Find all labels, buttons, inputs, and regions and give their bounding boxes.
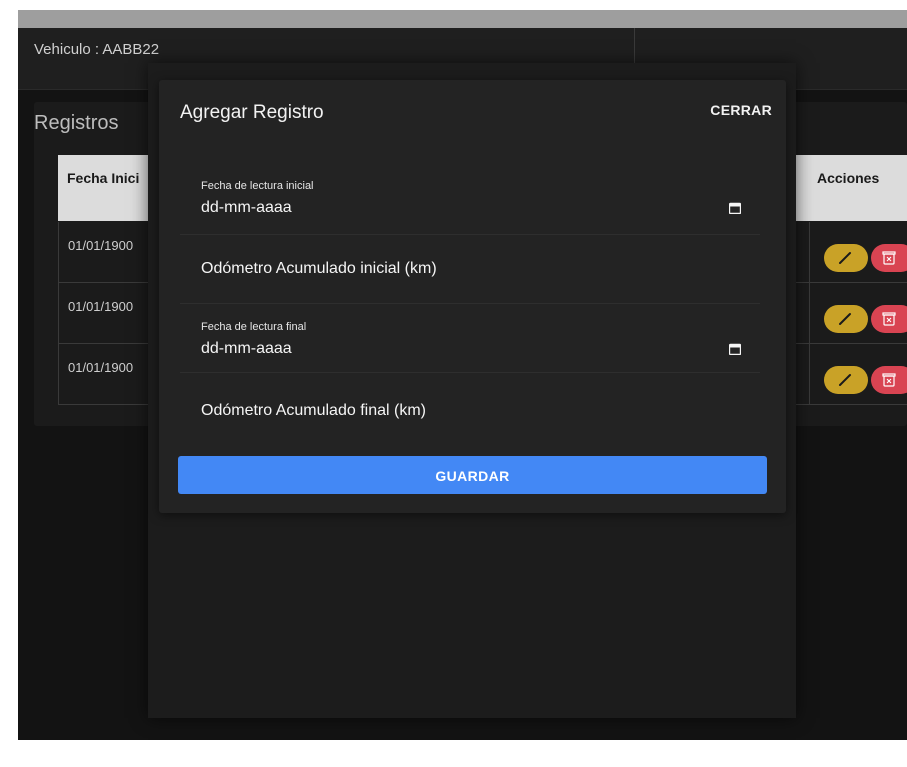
edit-button[interactable] [824,366,868,394]
start-reading-date-value[interactable]: dd-mm-aaaa [201,199,292,217]
column-header-actions: Acciones [817,170,880,186]
add-record-dialog: Agregar Registro CERRAR Fecha de lectura… [159,80,786,513]
trash-icon [882,312,896,326]
trash-icon [882,373,896,387]
edit-button[interactable] [824,244,868,272]
end-odometer-input[interactable]: Odómetro Acumulado final (km) [201,402,426,420]
delete-button[interactable] [871,366,907,394]
delete-button[interactable] [871,305,907,333]
start-odometer-input[interactable]: Odómetro Acumulado inicial (km) [201,260,437,278]
pencil-icon [839,252,851,264]
dialog-title: Agregar Registro [180,102,324,123]
edit-button[interactable] [824,305,868,333]
start-reading-date-field[interactable]: Fecha de lectura inicial dd-mm-aaaa [180,166,760,235]
save-button[interactable]: GUARDAR [178,456,767,494]
close-button[interactable]: CERRAR [710,102,772,118]
pencil-icon [839,313,851,325]
cell-start-date: 01/01/1900 [68,360,134,375]
column-divider [809,283,810,343]
records-title: Registros [34,112,119,134]
top-bar [18,10,907,28]
cell-start-date: 01/01/1900 [68,238,134,253]
cell-start-date: 01/01/1900 [68,299,134,314]
end-reading-date-label: Fecha de lectura final [201,321,307,333]
vehicle-label: Vehiculo : AABB22 [34,41,160,58]
trash-icon [882,251,896,265]
start-reading-date-label: Fecha de lectura inicial [201,180,314,192]
delete-button[interactable] [871,244,907,272]
pencil-icon [839,374,851,386]
column-header-start-date: Fecha Inici [67,170,140,186]
app-window: Vehiculo : AABB22 Registros Fecha Inici … [18,10,907,740]
end-reading-date-field[interactable]: Fecha de lectura final dd-mm-aaaa [180,304,760,373]
calendar-icon[interactable] [729,343,741,355]
end-odometer-field[interactable]: Odómetro Acumulado final (km) [180,373,760,441]
start-odometer-field[interactable]: Odómetro Acumulado inicial (km) [180,235,760,304]
column-divider [809,222,810,282]
column-divider [809,344,810,404]
calendar-icon[interactable] [729,202,741,214]
end-reading-date-value[interactable]: dd-mm-aaaa [201,340,292,358]
